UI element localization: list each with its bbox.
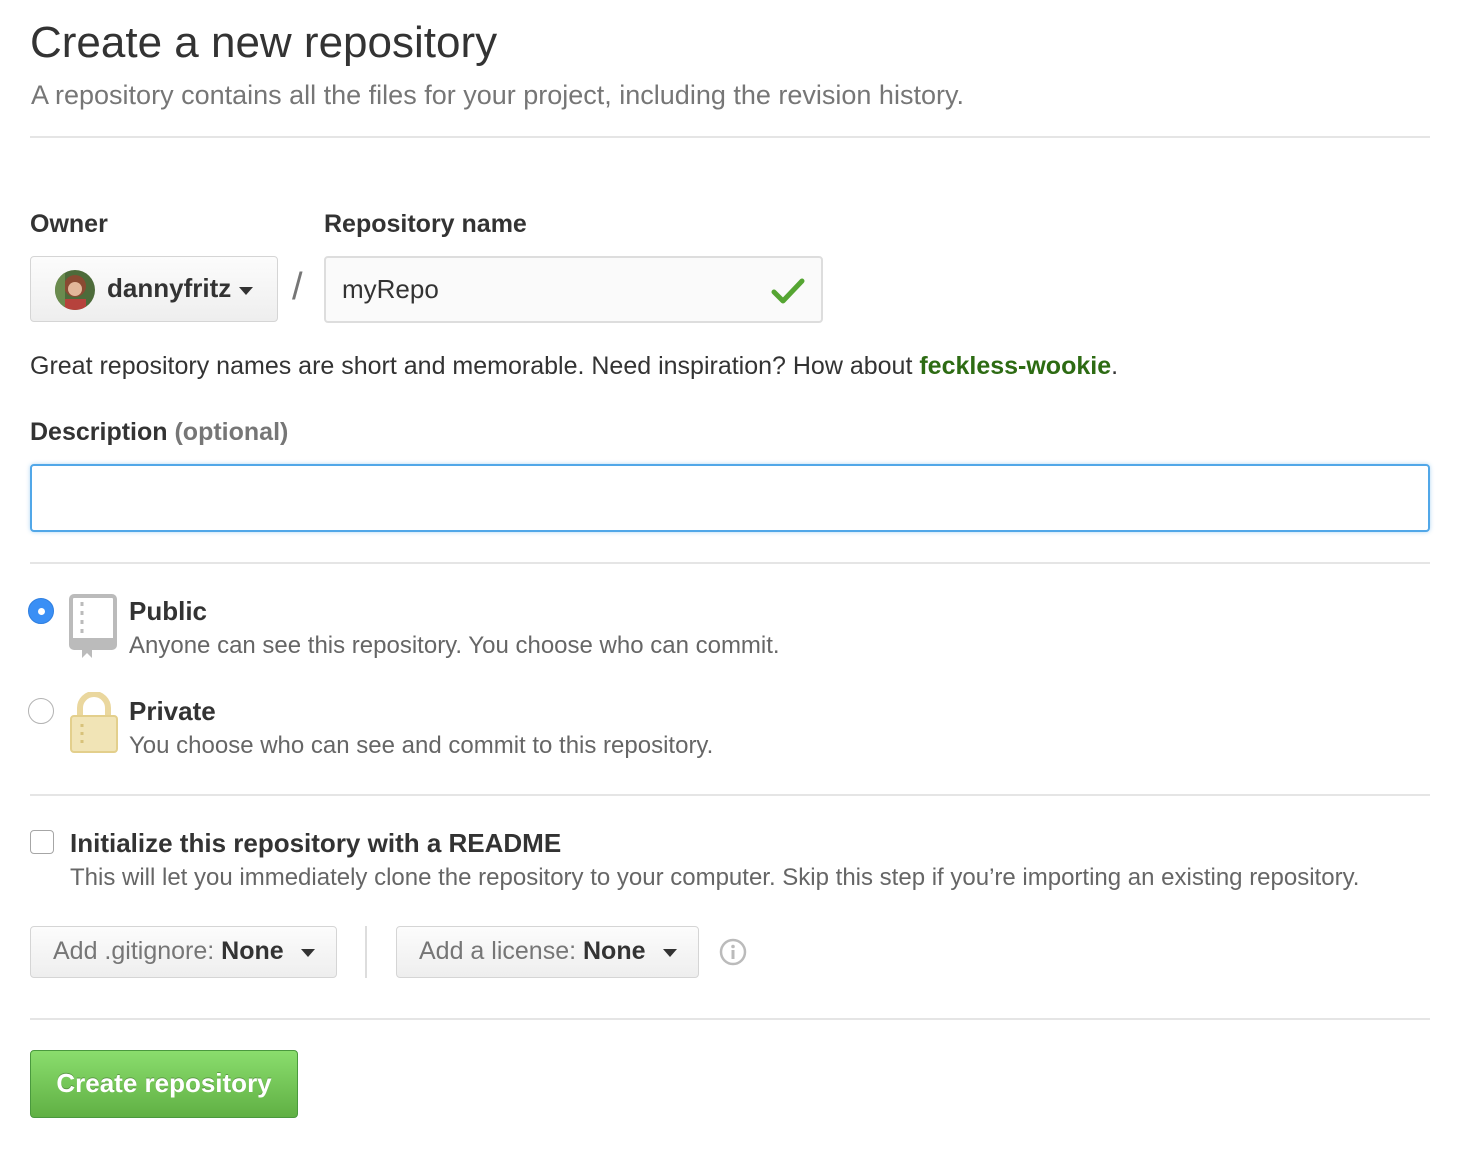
info-icon[interactable]	[719, 938, 747, 966]
private-radio[interactable]	[28, 698, 54, 724]
license-select[interactable]: Add a license: None	[396, 926, 699, 978]
avatar	[55, 270, 95, 310]
description-label-text: Description	[30, 418, 168, 446]
chevron-down-icon	[301, 949, 315, 957]
check-icon	[771, 278, 805, 304]
description-input[interactable]	[30, 464, 1430, 532]
chevron-down-icon	[663, 949, 677, 957]
private-description: You choose who can see and commit to thi…	[129, 732, 714, 759]
page-subtitle: A repository contains all the files for …	[31, 80, 964, 110]
init-readme-description: This will let you immediately clone the …	[70, 864, 1360, 891]
name-hint-text: Great repository names are short and mem…	[30, 352, 920, 380]
optional-note: (optional)	[174, 418, 289, 446]
owner-select[interactable]: dannyfritz	[30, 256, 278, 322]
gitignore-label: Add .gitignore: None	[53, 937, 284, 966]
public-description: Anyone can see this repository. You choo…	[129, 632, 780, 659]
init-readme-checkbox[interactable]	[30, 830, 54, 854]
name-hint-end: .	[1111, 352, 1119, 380]
footer-divider	[30, 1018, 1430, 1020]
owner-repo-separator: /	[292, 266, 303, 308]
private-title: Private	[129, 696, 216, 726]
gitignore-value: None	[221, 937, 284, 965]
page-title: Create a new repository	[30, 18, 498, 67]
lock-icon	[70, 692, 118, 753]
public-title: Public	[129, 596, 208, 626]
license-value: None	[583, 937, 646, 965]
repo-name-label: Repository name	[324, 210, 527, 238]
gitignore-label-text: Add .gitignore:	[53, 937, 222, 965]
create-repository-button[interactable]: Create repository	[30, 1050, 298, 1118]
new-repository-page: Create a new repository A repository con…	[0, 0, 1478, 1170]
public-radio[interactable]	[28, 598, 54, 624]
name-hint: Great repository names are short and mem…	[30, 352, 1118, 381]
gitignore-select[interactable]: Add .gitignore: None	[30, 926, 337, 978]
chevron-down-icon	[239, 287, 253, 295]
init-readme-title: Initialize this repository with a README	[70, 828, 562, 858]
license-label-text: Add a license:	[419, 937, 583, 965]
header-divider	[30, 136, 1430, 138]
repository-name-input[interactable]: myRepo	[324, 256, 823, 323]
description-divider	[30, 562, 1430, 564]
description-label: Description (optional)	[30, 418, 288, 447]
select-separator	[365, 926, 367, 978]
repo-book-icon	[69, 594, 117, 658]
license-label: Add a license: None	[419, 937, 646, 966]
visibility-divider	[30, 794, 1430, 796]
name-suggestion-link[interactable]: feckless-wookie	[919, 352, 1111, 380]
repository-name-value: myRepo	[342, 274, 439, 304]
owner-name: dannyfritz	[107, 273, 232, 303]
owner-label: Owner	[30, 210, 108, 238]
